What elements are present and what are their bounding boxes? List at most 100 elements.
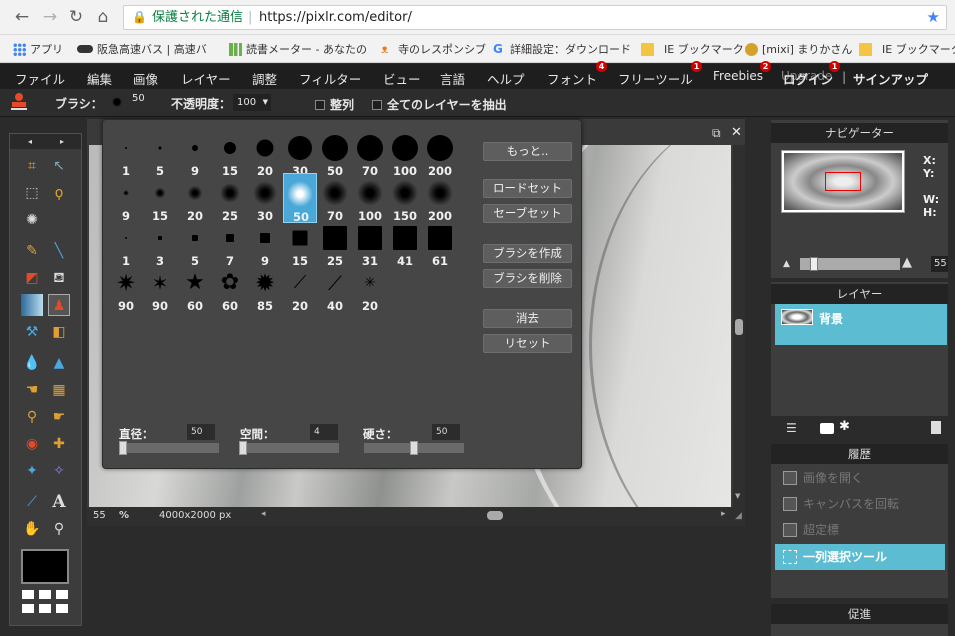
brush-preset[interactable]: 200 (423, 173, 457, 223)
bookmark-apps[interactable]: アプリ (13, 41, 63, 57)
brush-preset[interactable]: 3 (143, 218, 177, 268)
brush-preset[interactable]: 30 (283, 128, 317, 178)
color-replace-tool-icon[interactable]: ⚒ (21, 321, 43, 343)
collapse-left-icon[interactable]: ◂ (28, 134, 32, 149)
address-bar[interactable]: 🔒 保護された通信 | https://pixlr.com/editor/ ★ (123, 5, 947, 30)
close-icon[interactable]: ✕ (731, 125, 742, 140)
pencil-tool-icon[interactable]: ✎ (21, 240, 43, 262)
history-item[interactable]: 超定標 (775, 517, 945, 543)
brush-preset[interactable]: 30 (248, 173, 282, 223)
brush-preset[interactable]: 1 (109, 218, 143, 268)
delete-layer-icon[interactable] (931, 421, 941, 434)
brush-preset[interactable]: 25 (213, 173, 247, 223)
maximize-icon[interactable]: ⧉ (712, 126, 721, 141)
menu-language[interactable]: 言語 (440, 69, 465, 88)
zoom-tool-icon[interactable]: ⚲ (48, 518, 70, 540)
bloat-tool-icon[interactable]: ✦ (21, 460, 43, 482)
scroll-left-icon[interactable]: ◂ (261, 509, 266, 519)
home-icon[interactable]: ⌂ (93, 7, 113, 27)
history-item-active[interactable]: 一列選択ツール (775, 544, 945, 570)
nav-zoom-value[interactable]: 55 (931, 256, 948, 272)
type-tool-icon[interactable]: A (48, 491, 70, 513)
brush-preset[interactable]: 100 (353, 173, 387, 223)
spacing-slider-knob[interactable] (239, 441, 247, 455)
brush-preset[interactable]: 9 (248, 218, 282, 268)
menu-freebies[interactable]: Freebies (713, 69, 763, 83)
save-set-button[interactable]: セーブセット (483, 204, 572, 223)
history-item[interactable]: キャンバスを回転 (775, 491, 945, 517)
gradient-tool-icon[interactable] (21, 294, 43, 316)
brush-preset[interactable]: 61 (423, 218, 457, 268)
brush-preset[interactable]: 50 (318, 128, 352, 178)
spot-heal-tool-icon[interactable]: ✚ (48, 433, 70, 455)
redeye-tool-icon[interactable]: ◉ (21, 433, 43, 455)
bookmark-mixi[interactable]: [mixi] まりかさん (745, 41, 852, 57)
brush-preset[interactable]: 15 (213, 128, 247, 178)
hand-tool-icon[interactable]: ✋ (21, 518, 43, 540)
brush-preset[interactable]: ✶ 90 (143, 263, 177, 313)
align-checkbox[interactable]: 整列 (315, 96, 354, 113)
navigator-viewport-box[interactable] (825, 172, 861, 191)
dodge-tool-icon[interactable]: ⚲ (21, 406, 43, 428)
brush-preset[interactable]: 15 (283, 218, 317, 268)
crop-tool-icon[interactable]: ⌗ (21, 155, 43, 177)
brush-preset[interactable]: 200 (423, 128, 457, 178)
wand-tool-icon[interactable]: ✺ (21, 209, 43, 231)
brush-preset[interactable]: 1 (109, 128, 143, 178)
brush-preset[interactable]: ✳ 20 (353, 263, 387, 313)
brush-preview-icon[interactable] (112, 97, 122, 107)
lasso-tool-icon[interactable]: ϙ (48, 182, 70, 204)
reset-button[interactable]: リセット (483, 334, 572, 353)
brush-preset[interactable]: 25 (318, 218, 352, 268)
nav-zoom-slider[interactable] (800, 257, 900, 271)
blur-tool-icon[interactable]: 💧 (21, 352, 43, 374)
menu-image[interactable]: 画像 (133, 69, 158, 88)
more-brushes-button[interactable]: もっと.. (483, 142, 572, 161)
eyedropper-tool-icon[interactable]: ⟋ (21, 491, 43, 513)
brush-preset[interactable]: 150 (388, 173, 422, 223)
pinch-tool-icon[interactable]: ✧ (48, 460, 70, 482)
menu-adjust[interactable]: 調整 (252, 69, 277, 88)
hardness-slider-knob[interactable] (410, 441, 418, 455)
brush-preset[interactable]: 41 (388, 218, 422, 268)
history-item[interactable]: 画像を開く (775, 465, 945, 491)
brush-preset[interactable]: 70 (318, 173, 352, 223)
brush-preset[interactable]: 15 (143, 173, 177, 223)
bookmark-bookmeter[interactable]: 読書メーター - あなたの (229, 41, 367, 57)
back-arrow-icon[interactable]: ← (12, 7, 32, 27)
new-layer-icon[interactable]: ✱ (839, 419, 850, 434)
layer-row[interactable]: 背景 (775, 304, 947, 345)
zoom-in-mountain-icon[interactable]: ▲ (902, 255, 912, 270)
brush-preset[interactable]: 7 (213, 218, 247, 268)
scroll-right-icon[interactable]: ▸ (721, 509, 726, 519)
zoom-out-mountain-icon[interactable]: ▲ (783, 259, 790, 269)
diameter-value[interactable]: 50 (187, 424, 215, 440)
bucket-tool-icon[interactable]: ⛾ (48, 267, 70, 289)
menu-help[interactable]: ヘルプ (487, 69, 525, 88)
menu-filter[interactable]: フィルター (299, 69, 361, 88)
spacing-slider[interactable] (239, 443, 339, 453)
bookmark-temple[interactable]: ᴥ 寺のレスポンシブ (381, 41, 486, 57)
menu-signup[interactable]: サインアップ (853, 69, 928, 88)
brush-preset-selected[interactable]: 50 (283, 173, 317, 224)
forward-arrow-icon[interactable]: → (40, 7, 60, 27)
brush-size-value[interactable]: 50 (132, 93, 145, 104)
create-brush-button[interactable]: ブラシを作成 (483, 244, 572, 263)
eraser-tool-icon[interactable]: ◩ (21, 267, 43, 289)
brush-preset[interactable]: 9 (109, 173, 143, 223)
opacity-input[interactable]: 100 ▼ (233, 94, 271, 111)
layer-mask-icon[interactable] (820, 423, 834, 434)
bookmark-download-settings[interactable]: G 詳細設定：ダウンロード (493, 41, 631, 57)
clone-stamp-tool-icon[interactable]: ♟ (48, 294, 70, 316)
brush-preset[interactable]: 5 (178, 218, 212, 268)
menu-file[interactable]: ファイル (15, 69, 65, 88)
horizontal-scroll-thumb[interactable] (487, 511, 503, 520)
menu-edit[interactable]: 編集 (87, 69, 112, 88)
delete-brush-button[interactable]: ブラシを削除 (483, 269, 572, 288)
menu-font[interactable]: フォント (547, 69, 597, 88)
sample-all-checkbox[interactable]: 全てのレイヤーを抽出 (372, 96, 507, 113)
vertical-scroll-thumb[interactable] (735, 319, 743, 335)
brush-preset[interactable]: 31 (353, 218, 387, 268)
brush-preset[interactable]: ⟋ 20 (283, 263, 317, 314)
navigator-thumbnail[interactable] (781, 150, 905, 213)
